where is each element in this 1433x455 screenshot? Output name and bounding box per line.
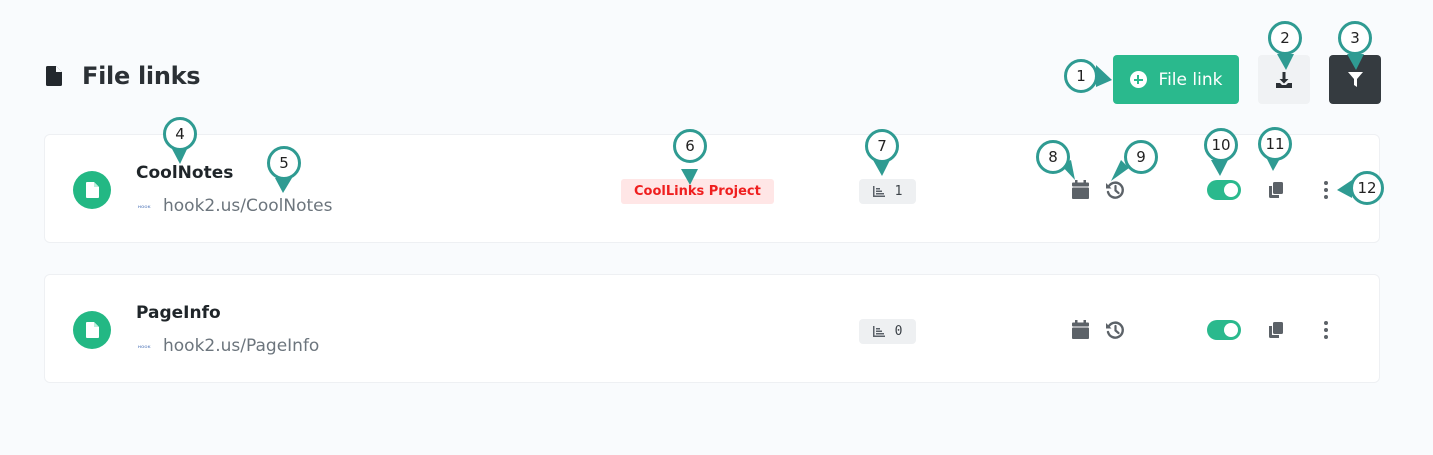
callout-marker: 2 [1268, 21, 1302, 55]
callout-marker: 12 [1350, 171, 1384, 205]
clicks-count: 0 [894, 324, 903, 339]
callout-marker: 8 [1036, 140, 1070, 174]
more-options-icon[interactable] [1321, 319, 1331, 341]
chart-icon [872, 326, 885, 337]
callout-marker: 1 [1064, 59, 1098, 93]
file-icon [46, 66, 62, 86]
plus-circle-icon [1129, 71, 1147, 88]
file-icon [85, 322, 99, 338]
enable-toggle[interactable] [1207, 180, 1241, 200]
callout-marker: 4 [163, 117, 197, 151]
clicks-stats-badge[interactable]: 1 [859, 179, 916, 204]
add-file-link-label: File link [1158, 69, 1223, 90]
toggle-knob [1224, 323, 1238, 337]
calendar-icon[interactable] [1071, 319, 1089, 339]
link-url-row: HOOK hook2.us/PageInfo [138, 336, 319, 356]
callout-marker: 10 [1204, 128, 1238, 162]
filter-icon [1347, 71, 1363, 87]
file-avatar [73, 171, 111, 209]
callout-marker: 11 [1258, 127, 1292, 161]
hook-logo: HOOK [138, 343, 151, 349]
copy-icon[interactable] [1267, 180, 1285, 200]
file-link-card: CoolNotes HOOK hook2.us/CoolNotes CoolLi… [44, 134, 1380, 243]
toggle-knob [1224, 183, 1238, 197]
callout-marker: 7 [865, 129, 899, 163]
hook-logo: HOOK [138, 203, 151, 209]
history-icon[interactable] [1104, 179, 1126, 201]
download-button[interactable] [1258, 55, 1310, 104]
download-icon [1276, 71, 1292, 88]
add-file-link-button[interactable]: File link [1113, 55, 1239, 104]
callout-marker: 5 [267, 146, 301, 180]
file-link-card: PageInfo HOOK hook2.us/PageInfo 0 [44, 274, 1380, 383]
page-title: File links [82, 62, 201, 90]
chart-icon [872, 186, 885, 197]
calendar-icon[interactable] [1071, 179, 1089, 199]
link-name[interactable]: PageInfo [136, 303, 221, 323]
project-badge[interactable]: CoolLinks Project [621, 179, 774, 204]
clicks-count: 1 [894, 184, 903, 199]
link-url[interactable]: hook2.us/PageInfo [163, 336, 319, 356]
more-options-icon[interactable] [1321, 179, 1331, 201]
page-header: File links [46, 62, 201, 90]
copy-icon[interactable] [1267, 320, 1285, 340]
callout-marker: 6 [673, 129, 707, 163]
enable-toggle[interactable] [1207, 320, 1241, 340]
file-icon [85, 182, 99, 198]
link-name[interactable]: CoolNotes [136, 163, 233, 183]
clicks-stats-badge[interactable]: 0 [859, 319, 916, 344]
link-url-row: HOOK hook2.us/CoolNotes [138, 196, 333, 216]
link-url[interactable]: hook2.us/CoolNotes [163, 196, 333, 216]
filter-button[interactable] [1329, 55, 1381, 104]
callout-marker: 3 [1338, 21, 1372, 55]
callout-marker: 9 [1124, 140, 1158, 174]
file-avatar [73, 311, 111, 349]
history-icon[interactable] [1104, 319, 1126, 341]
